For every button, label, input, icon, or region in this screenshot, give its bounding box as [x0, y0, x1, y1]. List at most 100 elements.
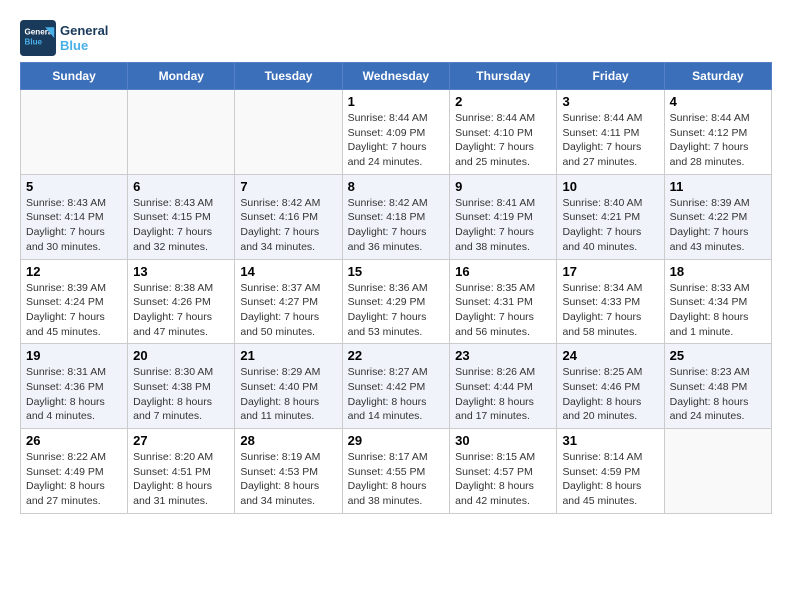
calendar-week-row: 1 Sunrise: 8:44 AM Sunset: 4:09 PM Daylig…: [21, 90, 772, 175]
calendar-cell: 1 Sunrise: 8:44 AM Sunset: 4:09 PM Daylig…: [342, 90, 450, 175]
calendar-cell: 6Sunrise: 8:43 AM Sunset: 4:15 PM Daylig…: [128, 174, 235, 259]
calendar-cell: 30 Sunrise: 8:15 AM Sunset: 4:57 PM Dayli…: [450, 429, 557, 514]
day-info: Sunrise: 8:15 AM Sunset: 4:57 PM Dayligh…: [455, 450, 551, 509]
day-number: 18: [670, 264, 766, 279]
calendar-cell: 29 Sunrise: 8:17 AM Sunset: 4:55 PM Dayli…: [342, 429, 450, 514]
day-number: 14: [240, 264, 336, 279]
day-info: Sunrise: 8:22 AM Sunset: 4:49 PM Dayligh…: [26, 450, 122, 509]
day-number: 27: [133, 433, 229, 448]
day-info: Sunrise: 8:23 AM Sunset: 4:48 PM Dayligh…: [670, 365, 766, 424]
calendar-cell: 31 Sunrise: 8:14 AM Sunset: 4:59 PM Dayli…: [557, 429, 664, 514]
day-number: 5: [26, 179, 122, 194]
day-number: 29: [348, 433, 445, 448]
calendar-cell: 11 Sunrise: 8:39 AM Sunset: 4:22 PM Dayli…: [664, 174, 771, 259]
calendar-cell: 18 Sunrise: 8:33 AM Sunset: 4:34 PM Dayli…: [664, 259, 771, 344]
day-info: Sunrise: 8:27 AM Sunset: 4:42 PM Dayligh…: [348, 365, 445, 424]
calendar-cell: 22 Sunrise: 8:27 AM Sunset: 4:42 PM Dayli…: [342, 344, 450, 429]
calendar-cell: 12 Sunrise: 8:39 AM Sunset: 4:24 PM Dayli…: [21, 259, 128, 344]
col-header-friday: Friday: [557, 63, 664, 90]
day-number: 26: [26, 433, 122, 448]
svg-text:Blue: Blue: [25, 37, 43, 46]
day-info: Sunrise: 8:25 AM Sunset: 4:46 PM Dayligh…: [562, 365, 658, 424]
logo: General Blue General Blue: [20, 20, 108, 56]
day-number: 19: [26, 348, 122, 363]
calendar-cell: 7 Sunrise: 8:42 AM Sunset: 4:16 PM Daylig…: [235, 174, 342, 259]
day-info: Sunrise: 8:14 AM Sunset: 4:59 PM Dayligh…: [562, 450, 658, 509]
calendar-cell: 3Sunrise: 8:44 AM Sunset: 4:11 PM Daylig…: [557, 90, 664, 175]
day-number: 21: [240, 348, 336, 363]
col-header-tuesday: Tuesday: [235, 63, 342, 90]
day-number: 11: [670, 179, 766, 194]
day-number: 2: [455, 94, 551, 109]
day-number: 10: [562, 179, 658, 194]
calendar-cell: 19Sunrise: 8:31 AM Sunset: 4:36 PM Dayli…: [21, 344, 128, 429]
day-info: Sunrise: 8:30 AM Sunset: 4:38 PM Dayligh…: [133, 365, 229, 424]
calendar-week-row: 26 Sunrise: 8:22 AM Sunset: 4:49 PM Dayli…: [21, 429, 772, 514]
calendar-week-row: 12 Sunrise: 8:39 AM Sunset: 4:24 PM Dayli…: [21, 259, 772, 344]
logo-name2: Blue: [60, 38, 108, 53]
day-info: Sunrise: 8:19 AM Sunset: 4:53 PM Dayligh…: [240, 450, 336, 509]
day-number: 8: [348, 179, 445, 194]
day-number: 20: [133, 348, 229, 363]
calendar-cell: [235, 90, 342, 175]
col-header-thursday: Thursday: [450, 63, 557, 90]
calendar-header-row: SundayMondayTuesdayWednesdayThursdayFrid…: [21, 63, 772, 90]
calendar-week-row: 5 Sunrise: 8:43 AM Sunset: 4:14 PM Daylig…: [21, 174, 772, 259]
calendar-cell: 23 Sunrise: 8:26 AM Sunset: 4:44 PM Dayli…: [450, 344, 557, 429]
day-info: Sunrise: 8:44 AM Sunset: 4:09 PM Dayligh…: [348, 111, 445, 170]
day-number: 12: [26, 264, 122, 279]
calendar-cell: 16Sunrise: 8:35 AM Sunset: 4:31 PM Dayli…: [450, 259, 557, 344]
day-info: Sunrise: 8:44 AM Sunset: 4:11 PM Dayligh…: [562, 111, 658, 170]
day-number: 25: [670, 348, 766, 363]
calendar-week-row: 19Sunrise: 8:31 AM Sunset: 4:36 PM Dayli…: [21, 344, 772, 429]
day-number: 15: [348, 264, 445, 279]
day-info: Sunrise: 8:39 AM Sunset: 4:24 PM Dayligh…: [26, 281, 122, 340]
day-info: Sunrise: 8:42 AM Sunset: 4:18 PM Dayligh…: [348, 196, 445, 255]
calendar-cell: 28 Sunrise: 8:19 AM Sunset: 4:53 PM Dayli…: [235, 429, 342, 514]
day-number: 1: [348, 94, 445, 109]
logo-icon: General Blue: [20, 20, 56, 56]
day-number: 28: [240, 433, 336, 448]
day-info: Sunrise: 8:40 AM Sunset: 4:21 PM Dayligh…: [562, 196, 658, 255]
day-number: 24: [562, 348, 658, 363]
calendar-cell: 4 Sunrise: 8:44 AM Sunset: 4:12 PM Daylig…: [664, 90, 771, 175]
col-header-monday: Monday: [128, 63, 235, 90]
day-info: Sunrise: 8:26 AM Sunset: 4:44 PM Dayligh…: [455, 365, 551, 424]
calendar-table: SundayMondayTuesdayWednesdayThursdayFrid…: [20, 62, 772, 514]
day-number: 23: [455, 348, 551, 363]
day-info: Sunrise: 8:42 AM Sunset: 4:16 PM Dayligh…: [240, 196, 336, 255]
day-info: Sunrise: 8:36 AM Sunset: 4:29 PM Dayligh…: [348, 281, 445, 340]
day-info: Sunrise: 8:29 AM Sunset: 4:40 PM Dayligh…: [240, 365, 336, 424]
calendar-cell: 25 Sunrise: 8:23 AM Sunset: 4:48 PM Dayli…: [664, 344, 771, 429]
logo-name: General: [60, 23, 108, 38]
day-info: Sunrise: 8:43 AM Sunset: 4:14 PM Dayligh…: [26, 196, 122, 255]
calendar-cell: [128, 90, 235, 175]
calendar-cell: 21 Sunrise: 8:29 AM Sunset: 4:40 PM Dayli…: [235, 344, 342, 429]
day-info: Sunrise: 8:39 AM Sunset: 4:22 PM Dayligh…: [670, 196, 766, 255]
day-number: 9: [455, 179, 551, 194]
col-header-sunday: Sunday: [21, 63, 128, 90]
calendar-cell: [21, 90, 128, 175]
day-number: 17: [562, 264, 658, 279]
calendar-cell: 20 Sunrise: 8:30 AM Sunset: 4:38 PM Dayli…: [128, 344, 235, 429]
day-info: Sunrise: 8:17 AM Sunset: 4:55 PM Dayligh…: [348, 450, 445, 509]
day-number: 31: [562, 433, 658, 448]
day-info: Sunrise: 8:33 AM Sunset: 4:34 PM Dayligh…: [670, 281, 766, 340]
day-number: 7: [240, 179, 336, 194]
day-info: Sunrise: 8:20 AM Sunset: 4:51 PM Dayligh…: [133, 450, 229, 509]
day-number: 22: [348, 348, 445, 363]
day-info: Sunrise: 8:41 AM Sunset: 4:19 PM Dayligh…: [455, 196, 551, 255]
day-info: Sunrise: 8:44 AM Sunset: 4:12 PM Dayligh…: [670, 111, 766, 170]
day-number: 6: [133, 179, 229, 194]
day-number: 30: [455, 433, 551, 448]
day-number: 4: [670, 94, 766, 109]
calendar-cell: 10 Sunrise: 8:40 AM Sunset: 4:21 PM Dayli…: [557, 174, 664, 259]
day-info: Sunrise: 8:44 AM Sunset: 4:10 PM Dayligh…: [455, 111, 551, 170]
day-info: Sunrise: 8:34 AM Sunset: 4:33 PM Dayligh…: [562, 281, 658, 340]
day-number: 16: [455, 264, 551, 279]
day-info: Sunrise: 8:38 AM Sunset: 4:26 PM Dayligh…: [133, 281, 229, 340]
calendar-cell: 24 Sunrise: 8:25 AM Sunset: 4:46 PM Dayli…: [557, 344, 664, 429]
calendar-cell: 26 Sunrise: 8:22 AM Sunset: 4:49 PM Dayli…: [21, 429, 128, 514]
day-info: Sunrise: 8:37 AM Sunset: 4:27 PM Dayligh…: [240, 281, 336, 340]
col-header-saturday: Saturday: [664, 63, 771, 90]
